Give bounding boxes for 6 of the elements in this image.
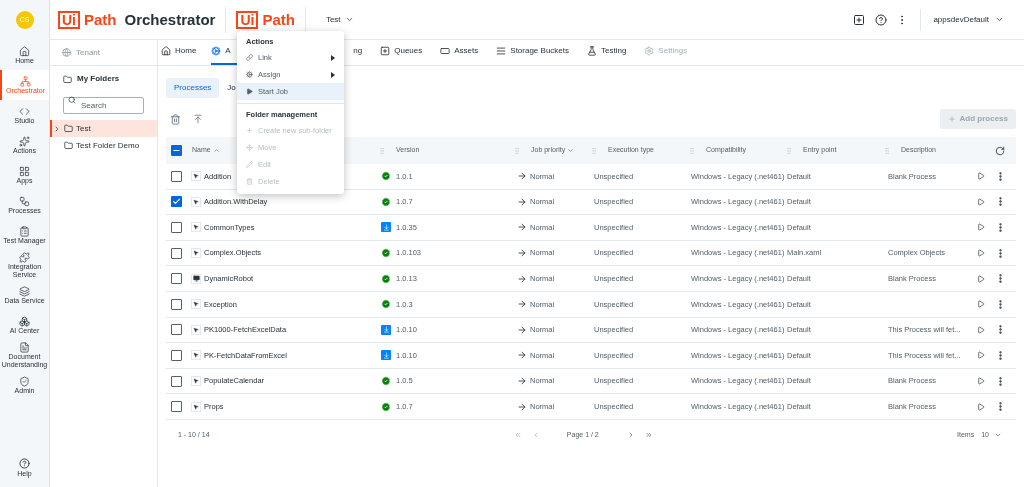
product-name: Orchestrator: [124, 12, 216, 27]
logo-word: Path: [84, 12, 117, 27]
logo-word: Path: [262, 12, 295, 27]
logo-mark: Ui: [236, 10, 259, 29]
logo-mark: Ui: [58, 10, 80, 29]
section-label: My Folders: [77, 73, 120, 85]
